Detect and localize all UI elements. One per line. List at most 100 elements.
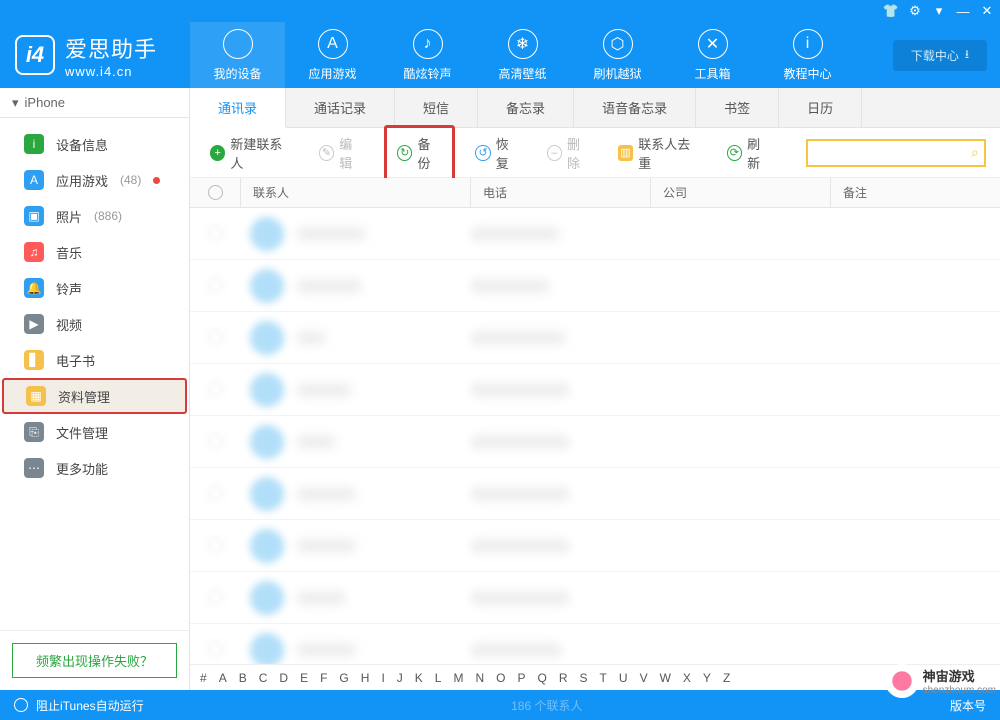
alpha-H[interactable]: H: [361, 671, 370, 685]
sidebar-item-1[interactable]: A应用游戏(48): [0, 162, 189, 198]
row-checkbox[interactable]: [208, 590, 223, 605]
sidebar-item-6[interactable]: ▋电子书: [0, 342, 189, 378]
restore-button[interactable]: ↺ 恢复: [469, 130, 526, 176]
sidebar-item-3[interactable]: ♫音乐: [0, 234, 189, 270]
alpha-G[interactable]: G: [339, 671, 348, 685]
alpha-N[interactable]: N: [475, 671, 484, 685]
sidebar-item-7[interactable]: ▦资料管理: [2, 378, 187, 414]
refresh-button[interactable]: ⟳ 刷新: [721, 130, 778, 176]
main: 通讯录通话记录短信备忘录语音备忘录书签日历 + 新建联系人 ✎ 编辑 ↻ 备份 …: [190, 88, 1000, 690]
alpha-B[interactable]: B: [239, 671, 247, 685]
sidebar-item-0[interactable]: i设备信息: [0, 126, 189, 162]
backup-button[interactable]: ↻ 备份: [384, 125, 455, 181]
alpha-X[interactable]: X: [683, 671, 691, 685]
row-checkbox[interactable]: [208, 486, 223, 501]
gear-icon[interactable]: ⚙: [908, 4, 922, 18]
alpha-V[interactable]: V: [640, 671, 648, 685]
backup-arrow-icon: ↻: [397, 145, 412, 161]
alpha-O[interactable]: O: [496, 671, 505, 685]
row-checkbox[interactable]: [208, 226, 223, 241]
status-left[interactable]: 阻止iTunes自动运行: [36, 697, 144, 714]
dedupe-button[interactable]: ▥ 联系人去重: [612, 130, 707, 176]
dropdown-icon[interactable]: ▾: [932, 4, 946, 18]
header-nav-2[interactable]: ♪酷炫铃声: [380, 22, 475, 88]
contact-name-blurred: [296, 539, 356, 553]
alpha-I[interactable]: I: [381, 671, 384, 685]
alpha-T[interactable]: T: [600, 671, 607, 685]
alpha-C[interactable]: C: [259, 671, 268, 685]
alpha-W[interactable]: W: [660, 671, 671, 685]
header-nav-3[interactable]: ❄高清壁纸: [475, 22, 570, 88]
brand-name: 爱思助手: [65, 32, 157, 64]
minimize-icon[interactable]: —: [956, 4, 970, 18]
alpha-A[interactable]: A: [219, 671, 227, 685]
table-row[interactable]: [190, 520, 1000, 572]
tab-6[interactable]: 日历: [779, 88, 862, 127]
tab-4[interactable]: 语音备忘录: [574, 88, 696, 127]
status-toggle-icon[interactable]: [14, 698, 28, 712]
close-icon[interactable]: ✕: [980, 4, 994, 18]
delete-button[interactable]: – 删除: [541, 130, 598, 176]
sidebar-item-5[interactable]: ▶视频: [0, 306, 189, 342]
table-row[interactable]: [190, 260, 1000, 312]
tab-1[interactable]: 通话记录: [286, 88, 395, 127]
tab-5[interactable]: 书签: [696, 88, 779, 127]
row-checkbox[interactable]: [208, 382, 223, 397]
alpha-Z[interactable]: Z: [723, 671, 730, 685]
sidebar-item-9[interactable]: ⋯更多功能: [0, 450, 189, 486]
sidebar-item-8[interactable]: ⎘文件管理: [0, 414, 189, 450]
row-checkbox[interactable]: [208, 278, 223, 293]
alpha-Q[interactable]: Q: [538, 671, 547, 685]
tab-3[interactable]: 备忘录: [478, 88, 574, 127]
search-input[interactable]: [816, 146, 971, 160]
header-nav-1[interactable]: A应用游戏: [285, 22, 380, 88]
alpha-J[interactable]: J: [397, 671, 403, 685]
edit-button[interactable]: ✎ 编辑: [313, 130, 370, 176]
download-center-button[interactable]: 下载中心⭳: [893, 40, 987, 71]
alpha-P[interactable]: P: [518, 671, 526, 685]
table-row[interactable]: [190, 208, 1000, 260]
alpha-#[interactable]: #: [200, 671, 207, 685]
skin-icon[interactable]: 👕: [884, 4, 898, 18]
table-row[interactable]: [190, 468, 1000, 520]
column-phone[interactable]: 电话: [470, 178, 650, 207]
row-checkbox[interactable]: [208, 330, 223, 345]
header-nav-6[interactable]: i教程中心: [760, 22, 855, 88]
row-checkbox[interactable]: [208, 538, 223, 553]
column-contact[interactable]: 联系人: [240, 178, 470, 207]
device-selector[interactable]: ▾ iPhone: [0, 88, 189, 118]
sidebar-item-4[interactable]: 🔔铃声: [0, 270, 189, 306]
alpha-Y[interactable]: Y: [703, 671, 711, 685]
alpha-S[interactable]: S: [580, 671, 588, 685]
row-checkbox[interactable]: [208, 642, 223, 657]
column-note[interactable]: 备注: [830, 178, 1000, 207]
sidebar-item-2[interactable]: ▣照片(886): [0, 198, 189, 234]
table-row[interactable]: [190, 312, 1000, 364]
alpha-D[interactable]: D: [279, 671, 288, 685]
operation-fail-help-button[interactable]: 频繁出现操作失败？: [12, 643, 177, 678]
header-nav-4[interactable]: ⬡刷机越狱: [570, 22, 665, 88]
table-row[interactable]: [190, 624, 1000, 664]
search-box[interactable]: ⌕: [806, 139, 986, 167]
table-row[interactable]: [190, 416, 1000, 468]
tab-2[interactable]: 短信: [395, 88, 478, 127]
table-row[interactable]: [190, 572, 1000, 624]
alpha-M[interactable]: M: [453, 671, 463, 685]
column-company[interactable]: 公司: [650, 178, 830, 207]
select-all-checkbox[interactable]: [208, 185, 223, 200]
watermark: 神宙游戏 shenzhoum.com: [885, 664, 996, 698]
alpha-L[interactable]: L: [435, 671, 442, 685]
alpha-K[interactable]: K: [415, 671, 423, 685]
alpha-E[interactable]: E: [300, 671, 308, 685]
alpha-U[interactable]: U: [619, 671, 628, 685]
table-row[interactable]: [190, 364, 1000, 416]
header-nav-5[interactable]: ✕工具箱: [665, 22, 760, 88]
row-checkbox[interactable]: [208, 434, 223, 449]
alpha-F[interactable]: F: [320, 671, 327, 685]
tab-0[interactable]: 通讯录: [190, 88, 286, 128]
restore-arrow-icon: ↺: [475, 145, 490, 161]
header-nav-0[interactable]: 我的设备: [190, 22, 285, 88]
new-contact-button[interactable]: + 新建联系人: [204, 130, 299, 176]
alpha-R[interactable]: R: [559, 671, 568, 685]
search-icon[interactable]: ⌕: [971, 144, 979, 161]
